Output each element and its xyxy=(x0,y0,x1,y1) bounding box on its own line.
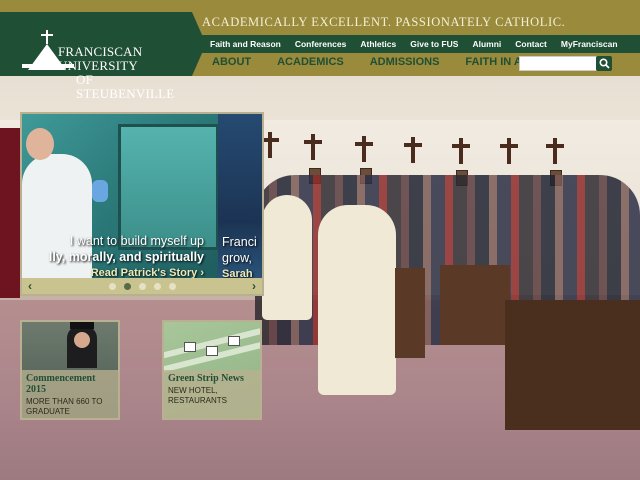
wall-cross xyxy=(404,137,422,163)
slide-caption-line-2: lly, morally, and spiritually xyxy=(48,250,204,264)
pew xyxy=(395,268,425,358)
wall-cross xyxy=(304,134,322,160)
news-tile-label: Green Strip News NEW HOTEL, RESTAURANTS xyxy=(164,370,260,418)
slider-dot[interactable] xyxy=(123,282,131,290)
search-icon xyxy=(598,58,610,69)
pew xyxy=(505,300,640,430)
util-link-faith-and-reason[interactable]: Faith and Reason xyxy=(210,39,281,49)
slider-dot[interactable] xyxy=(153,282,161,290)
slider-dot[interactable] xyxy=(168,282,176,290)
search-button[interactable] xyxy=(596,56,612,71)
slide-caption: I want to build myself up lly, morally, … xyxy=(22,232,262,280)
logo-line-1: FRANCISCAN UNIVERSITY xyxy=(58,44,143,73)
util-link-contact[interactable]: Contact xyxy=(515,39,547,49)
priest-figure xyxy=(318,205,396,395)
next-caption-line-2: grow, xyxy=(222,251,252,265)
graduate-face xyxy=(74,332,90,348)
news-title: Green Strip News xyxy=(168,373,244,384)
pew xyxy=(440,265,510,345)
student-glove xyxy=(92,180,108,202)
news-tile-commencement[interactable]: Commencement 2015 MORE THAN 660 TO GRADU… xyxy=(20,320,120,420)
nav-academics[interactable]: ACADEMICS xyxy=(277,56,344,68)
logo[interactable]: FRANCISCAN UNIVERSITY OF STEUBENVILLE xyxy=(0,12,206,101)
map-building xyxy=(206,346,218,356)
wall-cross xyxy=(500,138,518,164)
logo-text: FRANCISCAN UNIVERSITY OF STEUBENVILLE xyxy=(58,45,192,101)
util-link-alumni[interactable]: Alumni xyxy=(472,39,501,49)
map-building xyxy=(228,336,240,346)
red-curtain xyxy=(0,128,20,298)
slider-dot[interactable] xyxy=(108,282,116,290)
search-input[interactable] xyxy=(519,56,597,71)
nav-about[interactable]: ABOUT xyxy=(212,56,251,68)
slider-dots xyxy=(105,282,180,290)
news-subtitle: MORE THAN 660 TO GRADUATE xyxy=(26,397,103,416)
wall-cross xyxy=(355,136,373,162)
prev-arrow-icon[interactable]: ‹ xyxy=(28,279,32,293)
slide-caption-line-1: I want to build myself up xyxy=(69,234,204,248)
util-link-give[interactable]: Give to FUS xyxy=(410,39,458,49)
util-link-athletics[interactable]: Athletics xyxy=(360,39,396,49)
nav-admissions[interactable]: ADMISSIONS xyxy=(370,56,440,68)
next-arrow-icon[interactable]: › xyxy=(252,279,256,293)
site-header: FRANCISCAN UNIVERSITY OF STEUBENVILLE AC… xyxy=(0,0,640,101)
news-title: Commencement 2015 xyxy=(26,373,96,395)
logo-line-2: OF STEUBENVILLE xyxy=(76,72,175,101)
graduation-cap xyxy=(70,322,94,329)
next-caption-line-1: Franci xyxy=(222,235,257,249)
tagline: ACADEMICALLY EXCELLENT. PASSIONATELY CAT… xyxy=(202,15,566,29)
student-head xyxy=(26,128,54,160)
wall-cross xyxy=(546,138,564,164)
wall-cross xyxy=(452,138,470,164)
util-link-myfranciscan[interactable]: MyFranciscan xyxy=(561,39,618,49)
slider-controls: ‹ › xyxy=(22,278,262,294)
slider-dot[interactable] xyxy=(138,282,146,290)
next-slide-caption: Franci grow, Sarah xyxy=(222,234,257,282)
util-link-conferences[interactable]: Conferences xyxy=(295,39,347,49)
news-tile-label: Commencement 2015 MORE THAN 660 TO GRADU… xyxy=(22,370,118,418)
map-building xyxy=(184,342,196,352)
utility-nav: Faith and Reason Conferences Athletics G… xyxy=(202,35,640,53)
news-tile-green-strip[interactable]: Green Strip News NEW HOTEL, RESTAURANTS xyxy=(162,320,262,420)
news-subtitle: NEW HOTEL, RESTAURANTS xyxy=(168,386,227,405)
priest-figure xyxy=(262,195,312,320)
hero-slider[interactable]: I want to build myself up lly, morally, … xyxy=(20,112,264,296)
